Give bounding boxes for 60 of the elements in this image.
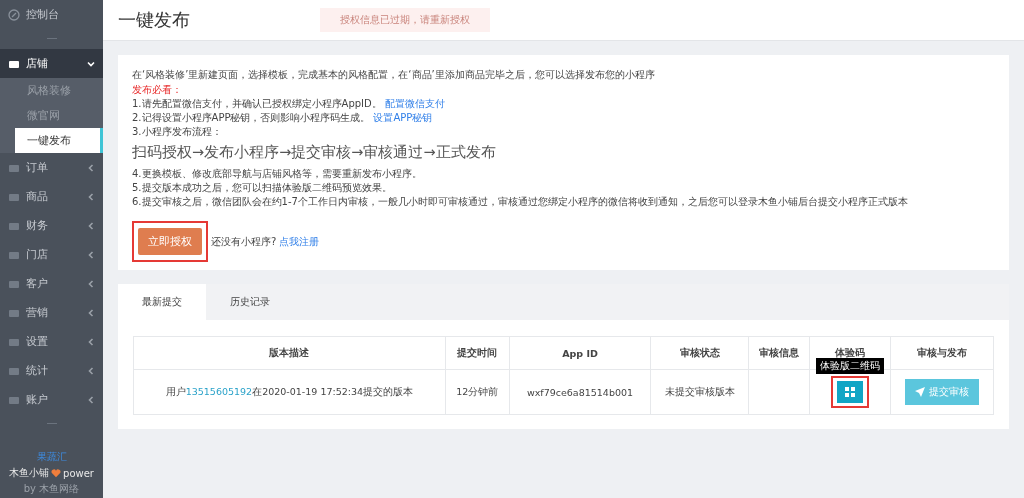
dashboard-icon [8,8,20,21]
column-header: App ID [509,336,651,370]
notice-heading: 发布必看： [132,83,183,97]
divider-mark [46,423,57,425]
step-text: 3.小程序发布流程： [132,125,222,139]
menu-item[interactable]: 控制台 [0,0,103,29]
menu-group[interactable]: 财务 [0,211,103,240]
chevron-icon [87,192,95,201]
menu-group[interactable]: 账户 [0,385,103,414]
power-text: power [63,467,94,479]
table-cell: 未提交审核版本 [650,369,749,415]
column-header: 版本描述 [133,336,446,370]
step-text: 1.请先配置微信支付，并确认已授权绑定小程序AppID。 [132,97,382,111]
divider-mark [46,38,57,40]
submenu-item[interactable]: 一键发布 [15,128,103,153]
menu-group[interactable]: 客户 [0,269,103,298]
menu-group[interactable]: 设置 [0,327,103,356]
product-name: 木鱼小铺 [9,466,50,480]
qr-code-icon [845,387,856,397]
note-text: 6.提交审核之后，微信团队会在约1-7个工作日内审核，一般几小时即可审核通过，审核通过您绑定小程序的微信将收到通知，之后您可以登录木鱼小铺后台提交小程序正式版本 [132,195,909,209]
alert-banner: 授权信息已过期，请重新授权 [320,8,490,32]
column-header: 提交时间 [445,336,510,370]
note-text: 5.提交版本成功之后，您可以扫描体验版二维码预览效果。 [132,181,393,195]
menu-group[interactable]: 商品 [0,182,103,211]
menu-group[interactable]: 统计 [0,356,103,385]
step-link[interactable]: 配置微信支付 [384,97,445,111]
tooltip: 体验版二维码 [816,358,885,374]
flow-text: 扫码授权→发布小程序→提交审核→审核通过→正式发布 [132,143,497,162]
chevron-icon [87,395,95,404]
chevron-icon [87,308,95,317]
menu-group[interactable]: 门店 [0,240,103,269]
column-header: 审核状态 [650,336,749,370]
page-title: 一键发布 [118,8,190,32]
menu-group[interactable]: 店铺 [0,49,103,78]
table-cell: wxf79ce6a81514b001 [509,369,651,415]
step-text: 2.记得设置小程序APP秘钥，否则影响小程序码生成。 [132,111,371,125]
column-header: 审核与发布 [890,336,994,370]
chevron-icon [87,337,95,346]
authorize-button[interactable]: 立即授权 [138,228,202,255]
chevron-icon [87,221,95,230]
chevron-icon [87,366,95,375]
qr-code-button[interactable] [837,381,864,403]
menu-group[interactable]: 订单 [0,153,103,182]
credit-text: by 木鱼网络 [23,482,80,496]
column-header: 审核信息 [748,336,810,370]
chevron-icon [87,163,95,172]
heart-icon [51,468,62,478]
tab[interactable]: 最新提交 [118,284,206,320]
chevron-icon [87,59,95,68]
intro-text: 在‘风格装修’里新建页面，选择模板，完成基本的风格配置，在‘商品’里添加商品完毕之后，您可以选择发布您的小程序 [132,68,656,82]
menu-group[interactable]: 营销 [0,298,103,327]
no-app-text: 还没有小程序? [211,234,277,249]
tab[interactable]: 历史记录 [206,284,294,320]
table-cell: 用户13515605192在2020-01-19 17:52:34提交的版本 [133,369,446,415]
chevron-icon [87,250,95,259]
chevron-icon [87,279,95,288]
step-link[interactable]: 设置APP秘钥 [373,111,433,125]
note-text: 4.更换模板、修改底部导航与店铺风格等，需要重新发布小程序。 [132,167,423,181]
register-link[interactable]: 点我注册 [279,234,320,249]
table-cell: 12分钟前 [445,369,510,415]
